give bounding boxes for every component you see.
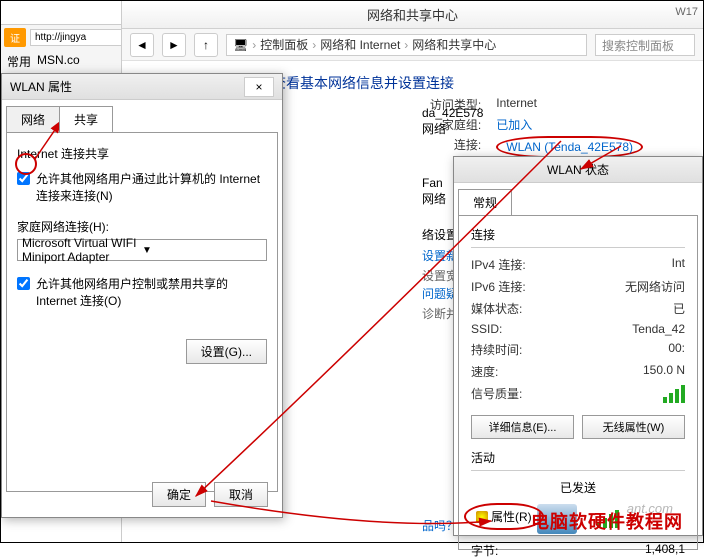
close-button[interactable]: × (244, 77, 274, 97)
network-item-2: Fan 网络 (422, 176, 446, 207)
allow-control-checkbox[interactable] (17, 277, 30, 290)
ok-button[interactable]: 确定 (152, 482, 206, 507)
watermark: 电脑软硬件教程网 (531, 508, 683, 534)
wlan-status-dialog: WLAN 状态 常规 连接 IPv4 连接:Int IPv6 连接:无网络访问 … (453, 156, 703, 536)
wireless-props-button[interactable]: 无线属性(W) (582, 415, 685, 439)
cert-badge: 证 (4, 28, 26, 47)
wlan-properties-dialog: WLAN 属性 × 网络 共享 Internet 连接共享 允许其他网络用户通过… (1, 73, 283, 518)
nav-back-button[interactable]: ◄ (130, 33, 154, 57)
network-item-1: da_42E578 网络 (422, 106, 483, 137)
chevron-down-icon: ▼ (142, 245, 262, 256)
tab-network[interactable]: 网络 (6, 106, 60, 132)
activity-label: 活动 (471, 449, 685, 466)
bg-title-right: W17 (675, 6, 698, 18)
home-network-label: 家庭网络连接(H): (17, 218, 267, 235)
bg-toolbar: ◄ ► ↑ 🖥 › 控制面板 › 网络和 Internet › 网络和共享中心 … (122, 29, 703, 61)
browser-tab (1, 1, 130, 25)
access-type-value: Internet (496, 96, 537, 113)
breadcrumb[interactable]: 🖥 › 控制面板 › 网络和 Internet › 网络和共享中心 (226, 34, 587, 56)
adapter-dropdown[interactable]: Microsoft Virtual WIFI Miniport Adapter … (17, 239, 267, 261)
adapter-value: Microsoft Virtual WIFI Miniport Adapter (22, 236, 142, 264)
wlan-status-title: WLAN 状态 (547, 161, 609, 178)
search-input[interactable]: 搜索控制面板 (595, 34, 695, 56)
signal-bars-icon (663, 385, 685, 403)
breadcrumb-icon: 🖥 (233, 38, 248, 52)
settings-button[interactable]: 设置(G)... (186, 339, 267, 364)
connection-label: 连接: (426, 136, 481, 158)
tab-content: Internet 连接共享 允许其他网络用户通过此计算机的 Internet 连… (6, 132, 278, 492)
cancel-button[interactable]: 取消 (214, 482, 268, 507)
nav-up-button[interactable]: ↑ (194, 33, 218, 57)
status-content: 连接 IPv4 连接:Int IPv6 连接:无网络访问 媒体状态:已 SSID… (458, 215, 698, 550)
allow-sharing-label: 允许其他网络用户通过此计算机的 Internet 连接来连接(N) (36, 170, 267, 204)
allow-sharing-checkbox[interactable] (17, 172, 30, 185)
url-field[interactable]: http://jingya (30, 29, 127, 46)
tab-sharing[interactable]: 共享 (59, 106, 113, 132)
bookmark-common[interactable]: 常用 (7, 53, 31, 70)
allow-control-label: 允许其他网络用户控制或禁用共享的 Internet 连接(O) (36, 275, 267, 309)
nav-forward-button[interactable]: ► (162, 33, 186, 57)
wlan-connection-link[interactable]: WLAN (Tenda_42E578) (496, 136, 643, 158)
browser-remnant: 证 http://jingya 常用 MSN.co (1, 1, 131, 76)
sent-label: 已发送 (471, 479, 685, 496)
wlan-status-titlebar[interactable]: WLAN 状态 (454, 157, 702, 183)
connection-section-label: 连接 (471, 226, 685, 243)
wlan-props-titlebar[interactable]: WLAN 属性 × (2, 74, 282, 100)
details-button[interactable]: 详细信息(E)... (471, 415, 574, 439)
homegroup-link[interactable]: 已加入 (496, 116, 532, 133)
bg-title: 网络和共享中心 (367, 5, 458, 24)
ics-group-label: Internet 连接共享 (17, 145, 267, 162)
shield-icon (476, 511, 488, 523)
bookmark-msn[interactable]: MSN.co (37, 53, 80, 70)
wlan-props-title: WLAN 属性 (10, 78, 244, 95)
bg-titlebar: 网络和共享中心 W17 (122, 1, 703, 29)
tab-general[interactable]: 常规 (458, 189, 512, 215)
